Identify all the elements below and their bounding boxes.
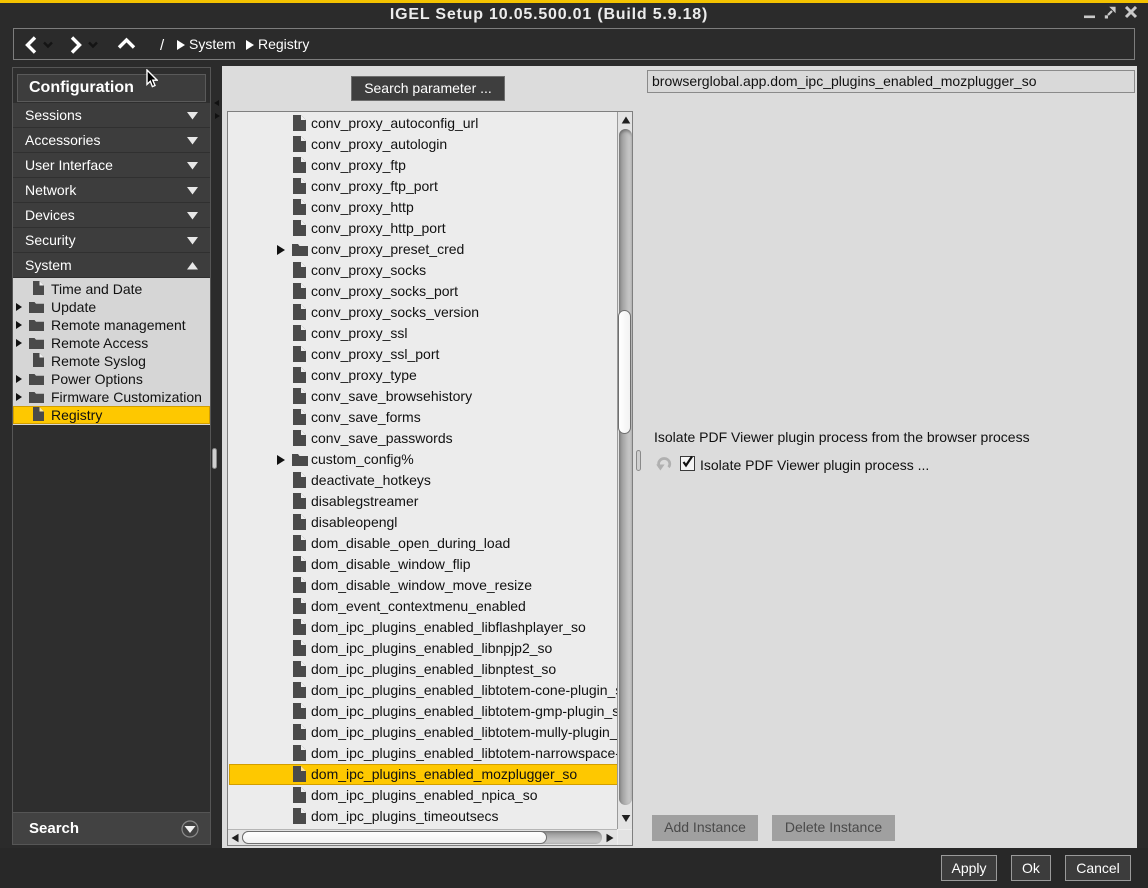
svg-text:/: / (160, 37, 165, 54)
